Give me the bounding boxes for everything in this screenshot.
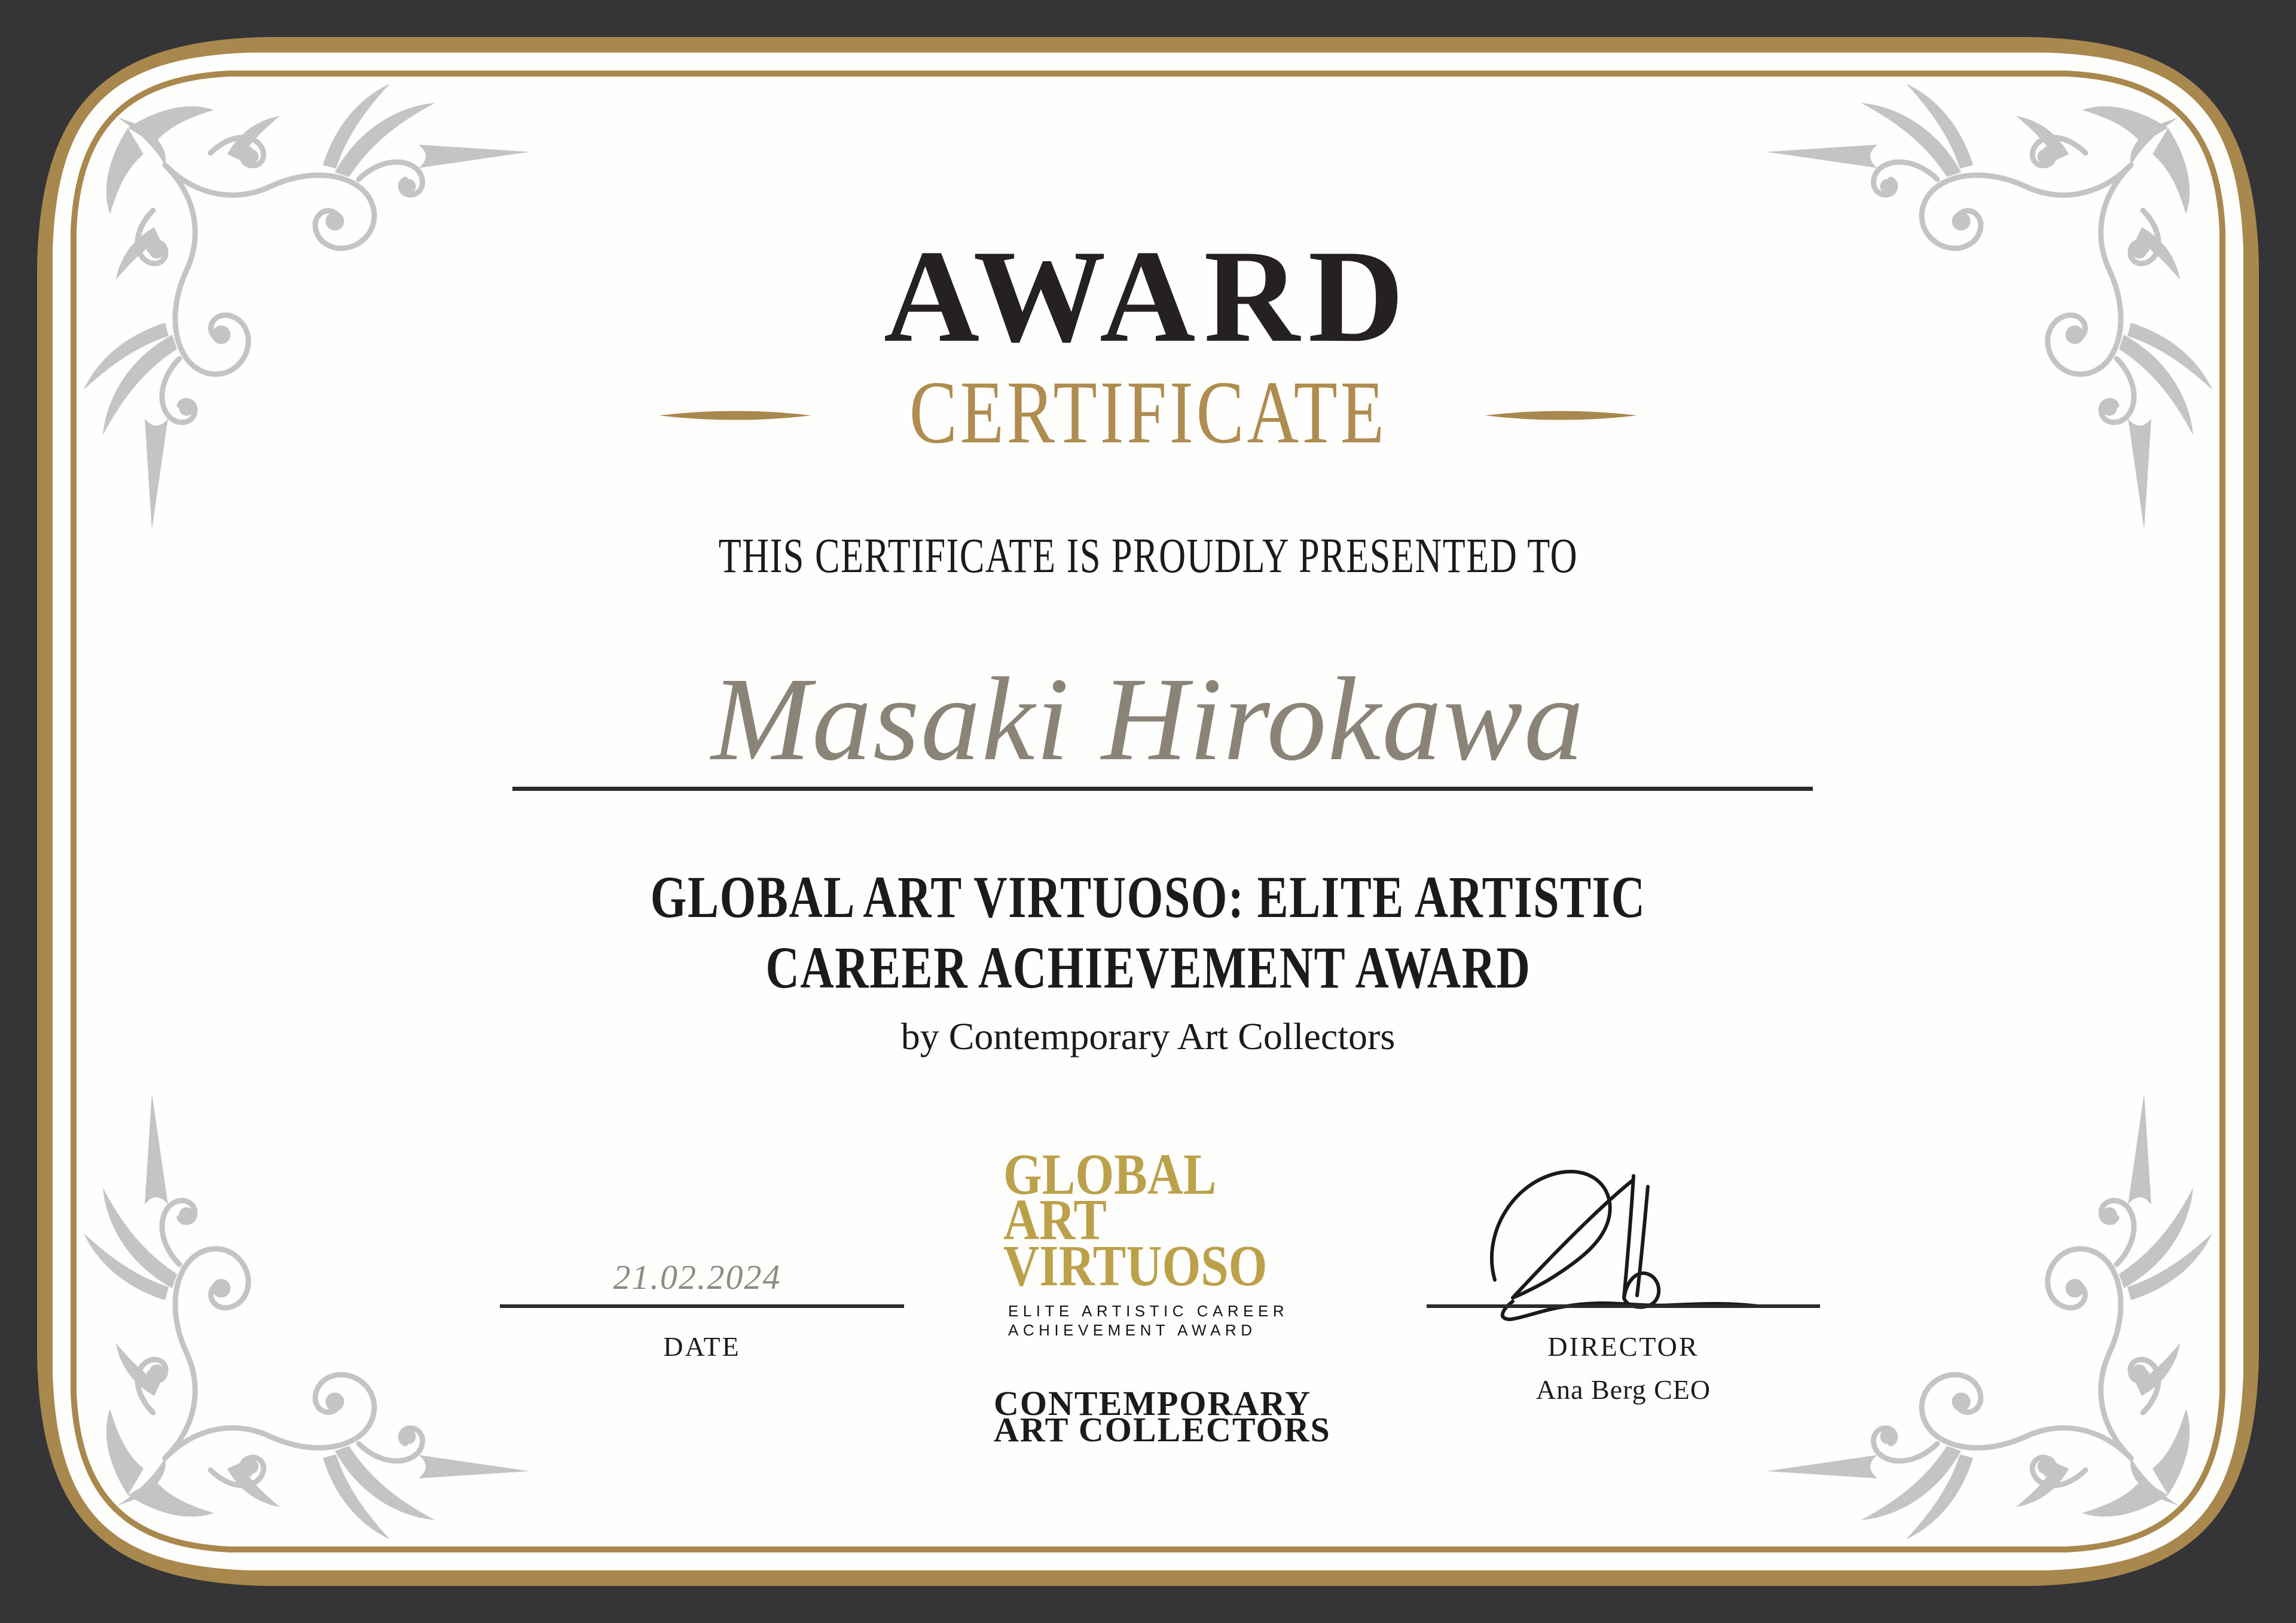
certificate-page: { "certificate": { "heading": "AWARD", "… [0,0,2296,1623]
gold-dash-right-icon [1485,406,1637,424]
recipient-name: Masaki Hirokawa [0,660,2296,780]
logo-taglines: ELITE ARTISTIC CAREER ACHIEVEMENT AWARD [1008,1301,1289,1340]
gold-dash-left-icon [659,406,811,424]
director-rule [1427,1304,1820,1308]
org-line-2: ART COLLECTORS [994,1417,1331,1443]
director-label: DIRECTOR [1427,1333,1820,1361]
award-title-line1: GLOBAL ART VIRTUOSO: ELITE ARTISTIC [651,862,1646,933]
award-title: GLOBAL ART VIRTUOSO: ELITE ARTISTIC CARE… [0,862,2296,1003]
date-value: 21.02.2024 [518,1260,877,1295]
date-rule [500,1304,904,1308]
organization-name: CONTEMPORARY ART COLLECTORS [994,1390,1331,1443]
organization-logo: GLOBAL ART VIRTUOSO [1003,1152,1267,1289]
recipient-underline [512,787,1813,791]
byline: by Contemporary Art Collectors [0,1017,2296,1056]
logo-line-virtuoso: VIRTUOSO [1003,1243,1267,1289]
award-heading: AWARD [0,230,2296,363]
presented-to-text: THIS CERTIFICATE IS PROUDLY PRESENTED TO [718,531,1578,580]
date-label: DATE [500,1333,904,1361]
logo-tagline-2: ACHIEVEMENT AWARD [1008,1321,1289,1340]
presented-to-line: THIS CERTIFICATE IS PROUDLY PRESENTED TO [0,527,2296,584]
logo-tagline-1: ELITE ARTISTIC CAREER [1008,1301,1289,1321]
certificate-subheading: CERTIFICATE [909,368,1387,457]
director-name: Ana Berg CEO [1427,1376,1820,1404]
award-title-line2: CAREER ACHIEVEMENT AWARD [765,933,1531,1003]
certificate-subheading-row: CERTIFICATE [0,365,2296,460]
